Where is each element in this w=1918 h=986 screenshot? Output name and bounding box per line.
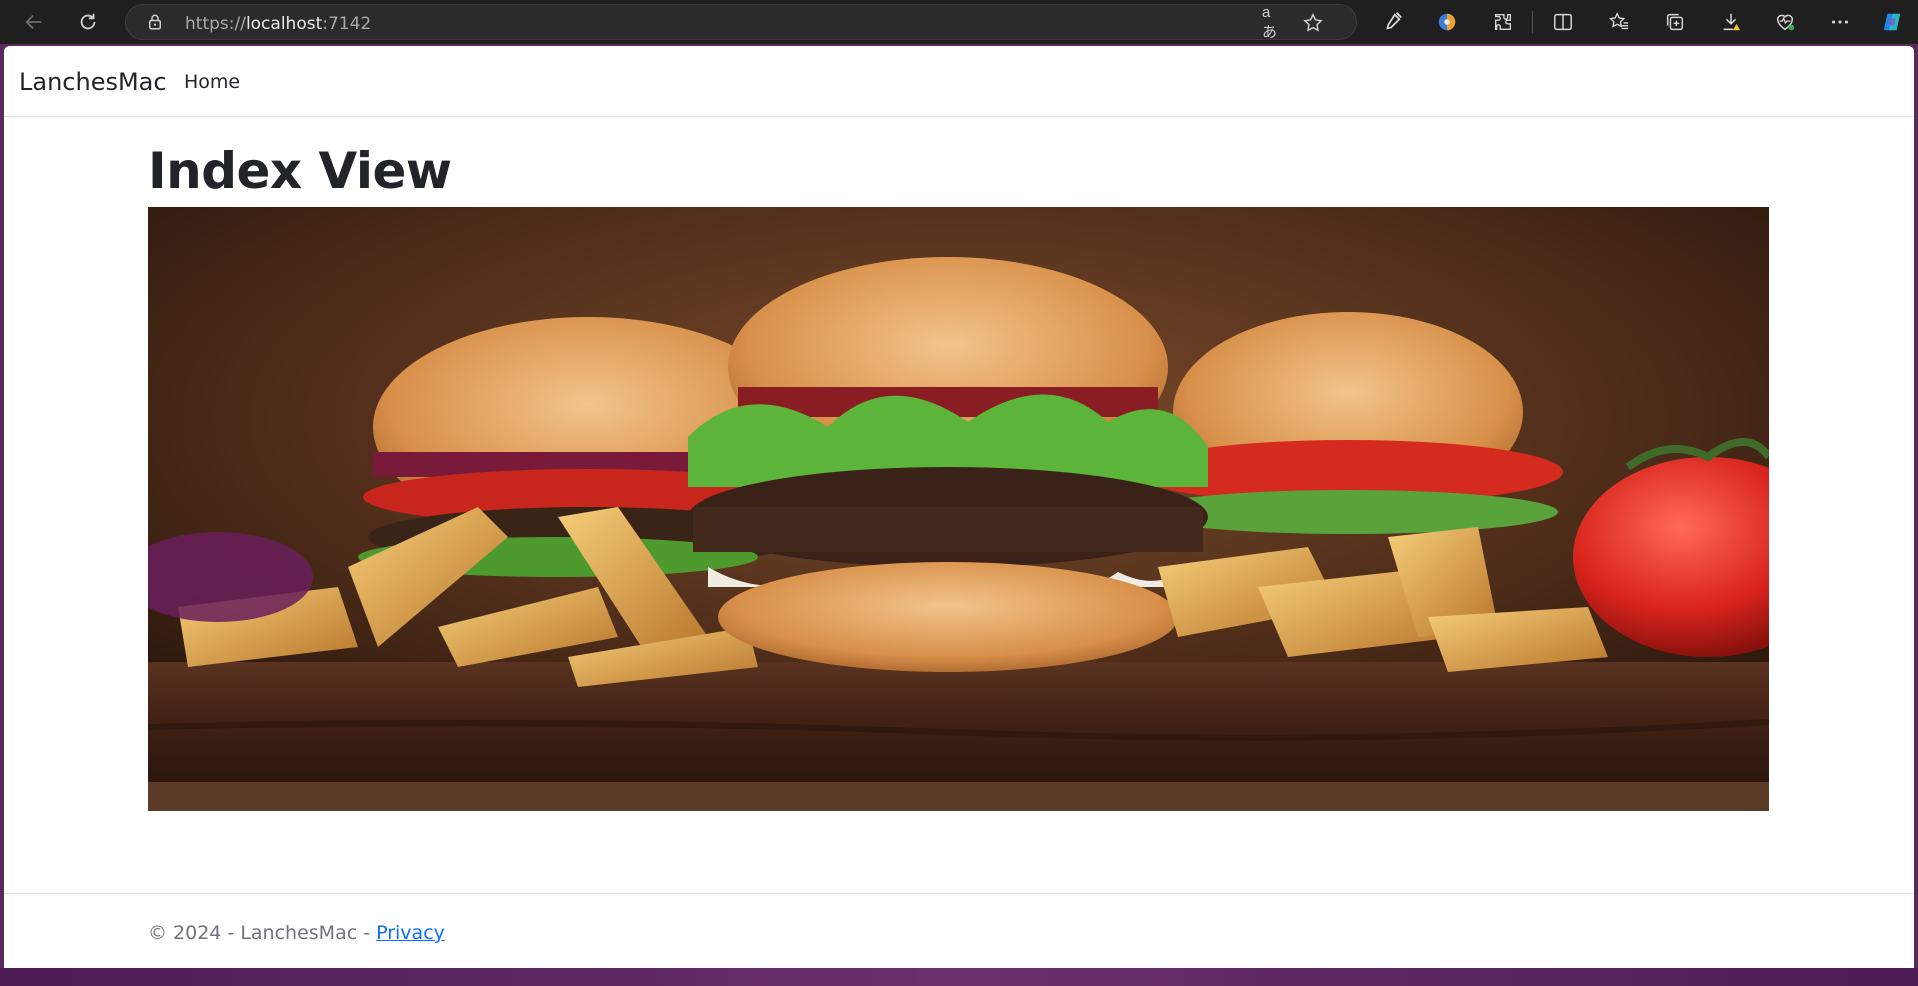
site-navbar: LanchesMac Home [4,46,1914,117]
extensions-icon[interactable] [1489,8,1517,36]
nav-home-link[interactable]: Home [184,71,240,93]
copilot-icon[interactable] [1878,8,1906,36]
url-text[interactable]: https://localhost:7142 [185,14,371,34]
copyright-text: © 2024 - LanchesMac - [148,922,377,944]
toolbar-separator [1532,11,1533,33]
more-options-icon[interactable] [1826,8,1854,36]
favorite-star-icon[interactable] [1302,12,1324,34]
lock-icon [149,14,161,30]
footer-copyright: © 2024 - LanchesMac - Privacy [148,922,445,944]
site-footer: © 2024 - LanchesMac - Privacy [4,893,1914,968]
eyedropper-icon[interactable] [1378,8,1406,36]
split-screen-icon[interactable] [1549,8,1577,36]
burger-hero-image [148,207,1769,811]
browser-toolbar: https://localhost:7142 aあ [0,0,1918,44]
read-aloud-icon[interactable]: aあ [1262,4,1284,41]
browser-profile-icon[interactable] [1433,8,1461,36]
browser-essentials-icon[interactable] [1771,8,1799,36]
favorites-icon[interactable] [1605,8,1633,36]
address-bar[interactable]: https://localhost:7142 aあ [125,4,1357,41]
site-brand-link[interactable]: LanchesMac [19,68,167,96]
back-button[interactable] [18,6,50,38]
url-host: localhost [245,14,323,34]
url-port: :7142 [322,14,372,34]
refresh-icon [80,13,96,30]
downloads-icon[interactable] [1717,8,1745,36]
back-arrow-icon [25,14,42,30]
web-page: LanchesMac Home Index View © 2024 - Lanc… [4,46,1914,968]
page-title: Index View [148,142,452,200]
os-taskbar [0,968,1918,986]
refresh-button[interactable] [72,6,104,38]
collections-icon[interactable] [1661,8,1689,36]
privacy-link[interactable]: Privacy [376,922,445,944]
